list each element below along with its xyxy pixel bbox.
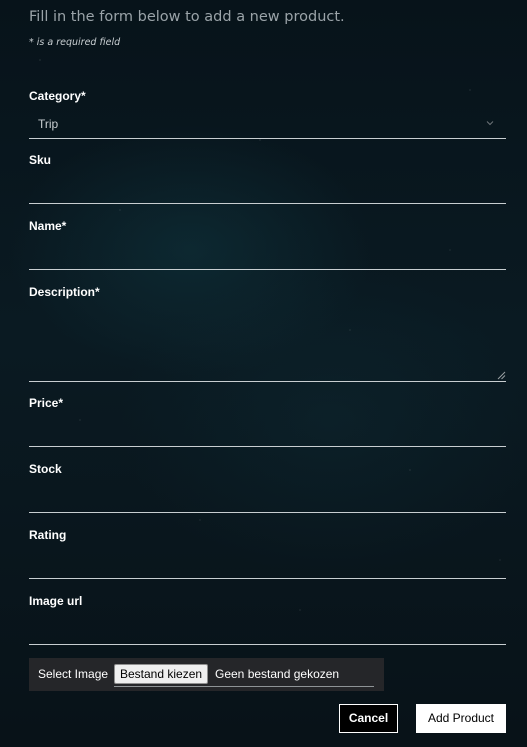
required-field-note: * is a required field bbox=[29, 37, 121, 48]
rating-underline bbox=[29, 578, 506, 579]
image-url-underline bbox=[29, 644, 506, 645]
file-status-text: Geen bestand gekozen bbox=[215, 667, 340, 681]
name-underline bbox=[29, 269, 506, 270]
price-underline bbox=[29, 446, 506, 447]
price-label: Price* bbox=[29, 396, 64, 410]
stock-input[interactable] bbox=[29, 489, 506, 511]
add-product-button[interactable]: Add Product bbox=[416, 704, 506, 733]
cancel-button[interactable]: Cancel bbox=[339, 704, 398, 733]
sku-underline bbox=[29, 203, 506, 204]
form-intro-text: Fill in the form below to add a new prod… bbox=[29, 9, 345, 25]
description-textarea[interactable] bbox=[29, 306, 506, 380]
choose-file-button[interactable]: Bestand kiezen bbox=[114, 664, 209, 684]
category-label: Category* bbox=[29, 89, 86, 103]
stock-underline bbox=[29, 512, 506, 513]
description-underline bbox=[29, 381, 506, 382]
stock-label: Stock bbox=[29, 462, 62, 476]
image-url-input[interactable] bbox=[29, 621, 506, 643]
name-label: Name* bbox=[29, 219, 67, 233]
sku-input[interactable] bbox=[29, 180, 506, 202]
category-select-value: Trip bbox=[38, 117, 59, 131]
chevron-down-icon bbox=[486, 121, 494, 126]
file-input-underline bbox=[114, 686, 374, 687]
resize-handle-icon[interactable] bbox=[496, 370, 506, 380]
image-url-label: Image url bbox=[29, 594, 83, 608]
sku-label: Sku bbox=[29, 153, 52, 167]
price-input[interactable] bbox=[29, 423, 506, 445]
rating-label: Rating bbox=[29, 528, 67, 542]
image-upload-field: Select Image Bestand kiezen Geen bestand… bbox=[29, 658, 384, 691]
category-underline bbox=[29, 138, 506, 139]
description-label: Description* bbox=[29, 285, 100, 299]
select-image-label: Select Image bbox=[38, 667, 109, 681]
name-input[interactable] bbox=[29, 246, 506, 268]
rating-input[interactable] bbox=[29, 555, 506, 577]
